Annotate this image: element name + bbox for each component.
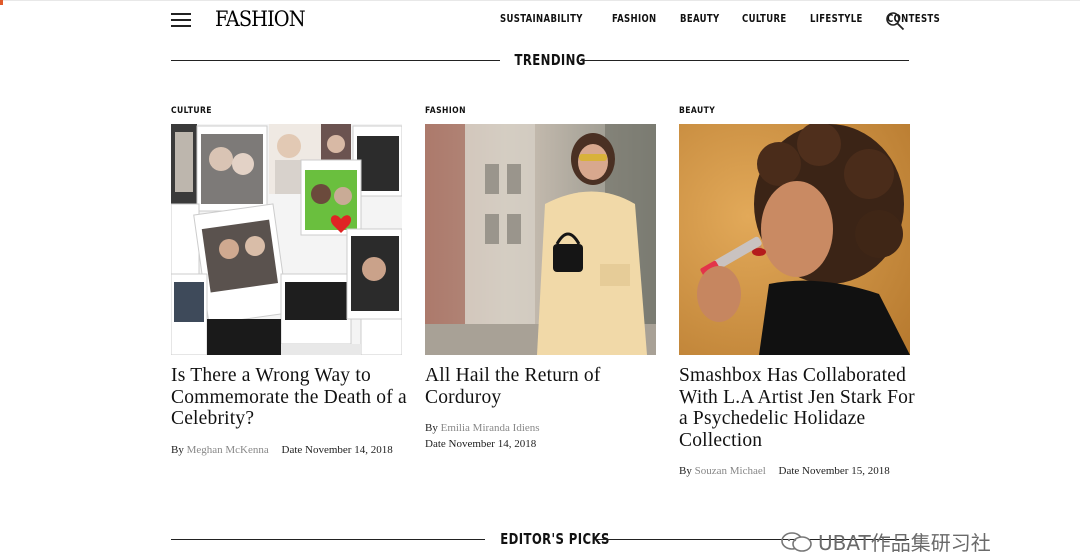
article-card-beauty: BEAUTY Smashbox Has Collaborated With L.…	[679, 100, 915, 477]
card-kicker[interactable]: FASHION	[425, 106, 466, 120]
article-image-smashbox[interactable]	[679, 124, 910, 355]
card-headline[interactable]: Is There a Wrong Way to Commemorate the …	[171, 365, 411, 430]
search-icon[interactable]	[885, 11, 905, 31]
byline-prefix: By	[425, 422, 438, 434]
byline-date: Date November 15, 2018	[778, 465, 890, 477]
byline-date: Date November 14, 2018	[425, 438, 537, 450]
card-byline: By Souzan Michael Date November 15, 2018	[679, 464, 890, 479]
nav-item-sustainability[interactable]: SUSTAINABILITY	[500, 12, 583, 25]
watermark: UBAT作品集研习社	[780, 527, 991, 556]
article-card-culture: CULTURE Is There a Wrong Way to Commemor…	[171, 100, 407, 456]
card-kicker[interactable]: BEAUTY	[679, 106, 715, 120]
article-card-fashion: FASHION All Hail the Return of Corduroy …	[425, 100, 656, 450]
site-logo[interactable]: FASHION	[215, 7, 306, 31]
article-image-corduroy[interactable]	[425, 124, 656, 355]
nav-item-culture[interactable]: CULTURE	[742, 12, 787, 25]
watermark-text: UBAT作品集研习社	[818, 531, 991, 555]
card-headline[interactable]: All Hail the Return of Corduroy	[425, 365, 665, 408]
nav-item-beauty[interactable]: BEAUTY	[680, 12, 720, 25]
card-kicker[interactable]: CULTURE	[171, 106, 212, 120]
menu-icon[interactable]	[171, 13, 191, 27]
card-headline[interactable]: Smashbox Has Collaborated With L.A Artis…	[679, 365, 919, 451]
byline-author[interactable]: Emilia Miranda Idiens	[441, 422, 540, 434]
nav-item-lifestyle[interactable]: LIFESTYLE	[810, 12, 863, 25]
byline-author[interactable]: Souzan Michael	[695, 465, 766, 477]
site-header: FASHION SUSTAINABILITY FASHION BEAUTY CU…	[0, 0, 1080, 40]
byline-author[interactable]: Meghan McKenna	[187, 444, 269, 456]
byline-date: Date November 14, 2018	[281, 444, 393, 456]
trending-title: TRENDING	[514, 51, 586, 69]
nav-item-fashion[interactable]: FASHION	[612, 12, 657, 25]
main-nav: SUSTAINABILITY FASHION BEAUTY CULTURE LI…	[500, 12, 949, 25]
card-date-line: Date November 14, 2018	[425, 437, 536, 452]
editors-picks-title: EDITOR'S PICKS	[500, 530, 610, 548]
byline-prefix: By	[679, 465, 692, 477]
chat-bubbles-icon	[781, 531, 812, 552]
card-byline: By Emilia Miranda Idiens	[425, 421, 540, 436]
trending-heading: TRENDING	[171, 51, 909, 71]
article-image-collage[interactable]	[171, 124, 402, 355]
byline-prefix: By	[171, 444, 184, 456]
card-byline: By Meghan McKenna Date November 14, 2018	[171, 443, 393, 458]
